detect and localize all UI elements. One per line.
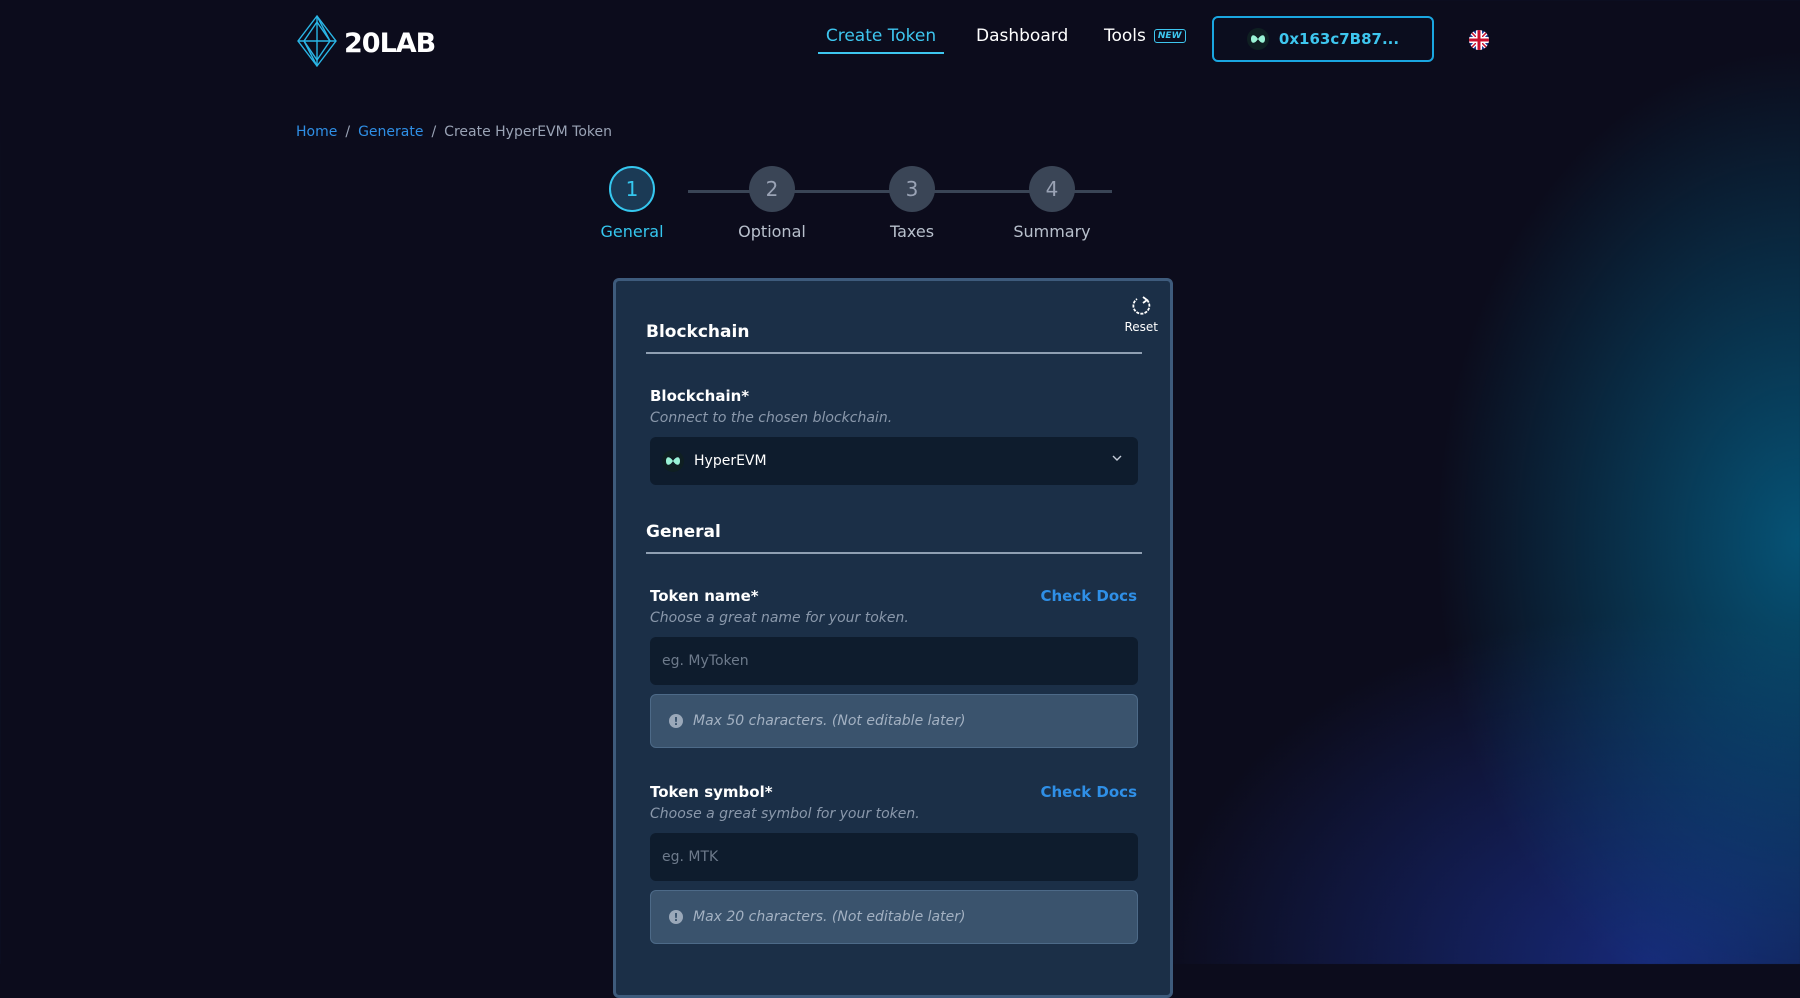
step-summary[interactable]: 4 Summary: [1002, 166, 1102, 241]
step-number: 4: [1029, 166, 1075, 212]
breadcrumb-separator: /: [345, 124, 351, 140]
hyperevm-icon: [1246, 28, 1269, 50]
step-number: 3: [889, 166, 935, 212]
nav-tools-label: Tools: [1104, 26, 1146, 46]
chevron-down-icon: [1110, 451, 1124, 469]
token-symbol-notice: ! Max 20 characters. (Not editable later…: [650, 890, 1138, 944]
token-name-label: Token name*: [650, 587, 759, 605]
logo-text: 20LAB: [344, 27, 436, 59]
breadcrumb-home[interactable]: Home: [296, 124, 337, 140]
breadcrumb: Home / Generate / Create HyperEVM Token: [296, 124, 612, 140]
info-icon: !: [669, 910, 683, 924]
nav-dashboard[interactable]: Dashboard: [976, 26, 1068, 46]
hyperevm-icon: [662, 450, 684, 472]
step-general[interactable]: 1 General: [582, 166, 682, 241]
blockchain-select[interactable]: HyperEVM: [650, 437, 1138, 485]
logo-icon: [296, 14, 338, 72]
section-title-general: General: [646, 522, 1142, 554]
step-number: 1: [609, 166, 655, 212]
reset-icon: [1130, 296, 1152, 320]
new-badge: NEW: [1153, 29, 1186, 43]
token-form-card: Reset Blockchain Blockchain* Connect to …: [613, 278, 1173, 998]
step-number: 2: [749, 166, 795, 212]
blockchain-value: HyperEVM: [694, 453, 767, 469]
language-flag-icon[interactable]: [1469, 30, 1489, 50]
breadcrumb-current: Create HyperEVM Token: [444, 124, 612, 140]
breadcrumb-generate[interactable]: Generate: [358, 124, 423, 140]
wallet-address: 0x163c7B87...: [1278, 30, 1400, 48]
token-name-check-docs-link[interactable]: Check Docs: [1040, 587, 1137, 605]
step-label: General: [600, 222, 664, 241]
token-name-input[interactable]: [650, 637, 1138, 685]
token-name-notice: ! Max 50 characters. (Not editable later…: [650, 694, 1138, 748]
stepper: 1 General 2 Optional 3 Taxes 4 Summary: [600, 166, 1160, 246]
step-taxes[interactable]: 3 Taxes: [862, 166, 962, 241]
step-label: Taxes: [889, 222, 935, 241]
info-icon: !: [669, 714, 683, 728]
step-label: Optional: [738, 222, 806, 241]
nav-create-token[interactable]: Create Token: [818, 26, 944, 54]
blockchain-label: Blockchain*: [650, 387, 750, 405]
token-symbol-check-docs-link[interactable]: Check Docs: [1040, 783, 1137, 801]
nav-tools[interactable]: Tools NEW: [1104, 26, 1186, 46]
token-symbol-input[interactable]: [650, 833, 1138, 881]
wallet-button[interactable]: 0x163c7B87...: [1212, 16, 1434, 62]
token-symbol-notice-text: Max 20 characters. (Not editable later): [693, 909, 966, 925]
token-name-help: Choose a great name for your token.: [650, 610, 909, 626]
section-title-blockchain: Blockchain: [646, 322, 1142, 354]
token-symbol-help: Choose a great symbol for your token.: [650, 806, 920, 822]
top-header: 20LAB Create Token Dashboard Tools NEW 0…: [0, 0, 1800, 80]
logo[interactable]: 20LAB: [296, 14, 436, 72]
token-symbol-label: Token symbol*: [650, 783, 773, 801]
breadcrumb-separator: /: [431, 124, 437, 140]
blockchain-help: Connect to the chosen blockchain.: [650, 410, 893, 426]
step-label: Summary: [1013, 222, 1091, 241]
token-name-notice-text: Max 50 characters. (Not editable later): [693, 713, 966, 729]
step-optional[interactable]: 2 Optional: [722, 166, 822, 241]
